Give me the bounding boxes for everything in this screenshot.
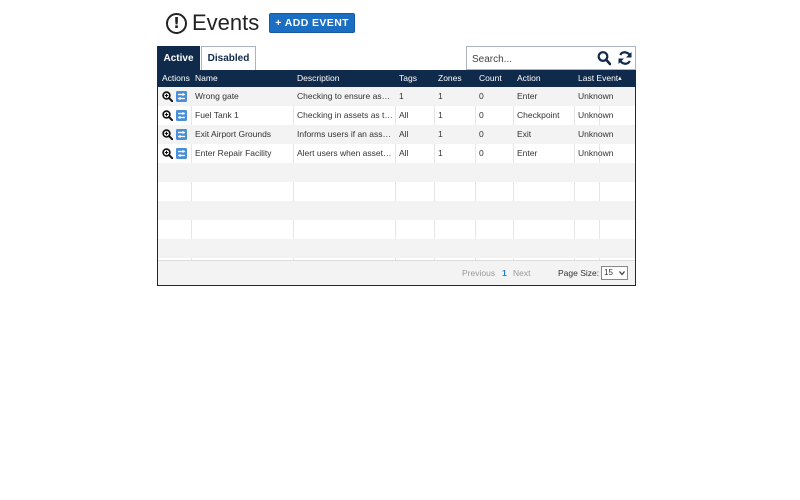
page-size-select[interactable]: 15	[601, 266, 628, 280]
refresh-icon[interactable]	[617, 50, 633, 66]
tab-active[interactable]: Active	[157, 46, 200, 70]
zoom-in-icon[interactable]	[162, 148, 173, 159]
search-input[interactable]	[470, 50, 592, 68]
table-header: Actions Name Description Tags Zones Coun…	[158, 70, 635, 87]
previous-page-button[interactable]: Previous	[462, 261, 495, 285]
alert-circle-icon: !	[166, 12, 187, 34]
add-event-button[interactable]: + ADD EVENT	[269, 13, 355, 33]
zoom-in-icon[interactable]	[162, 91, 173, 102]
table-row[interactable]: Wrong gateChecking to ensure assets are …	[158, 87, 635, 106]
table-footer: Previous 1 Next Page Size: 15	[158, 260, 635, 285]
column-header-last-event-label: Last Event	[578, 73, 619, 83]
page-header: ! Events + ADD EVENT	[166, 8, 355, 38]
column-header-last-event[interactable]: Last Event▴	[578, 70, 622, 87]
events-table: Actions Name Description Tags Zones Coun…	[157, 70, 636, 286]
column-header-actions: Actions	[162, 73, 190, 83]
empty-table-row	[158, 220, 635, 239]
page-size-label: Page Size:	[558, 268, 600, 278]
chevron-down-icon	[619, 271, 625, 276]
sort-ascending-icon: ▴	[618, 75, 622, 82]
edit-icon[interactable]	[176, 129, 187, 140]
search-icon[interactable]	[597, 50, 611, 66]
empty-table-row	[158, 239, 635, 258]
edit-icon[interactable]	[176, 91, 187, 102]
page-number-current[interactable]: 1	[502, 261, 507, 285]
column-header-count[interactable]: Count	[479, 70, 502, 87]
edit-icon[interactable]	[176, 110, 187, 121]
edit-icon[interactable]	[176, 148, 187, 159]
empty-table-row	[158, 163, 635, 182]
search-box	[466, 46, 636, 70]
table-row[interactable]: Fuel Tank 1Checking in assets as they ar…	[158, 106, 635, 125]
page-title: Events	[192, 10, 260, 35]
column-header-action[interactable]: Action	[517, 70, 541, 87]
column-header-tags[interactable]: Tags	[399, 70, 417, 87]
tab-disabled[interactable]: Disabled	[201, 46, 256, 70]
column-header-zones[interactable]: Zones	[438, 70, 462, 87]
zoom-in-icon[interactable]	[162, 129, 173, 140]
table-row[interactable]: Exit Airport Grounds Informs users if an …	[158, 125, 635, 144]
next-page-button[interactable]: Next	[513, 261, 530, 285]
table-row[interactable]: Enter Repair Facility Alert users when as…	[158, 144, 635, 163]
zoom-in-icon[interactable]	[162, 110, 173, 121]
empty-table-row	[158, 182, 635, 201]
column-header-name[interactable]: Name	[195, 70, 218, 87]
empty-table-row	[158, 201, 635, 220]
page-size-value: 15	[604, 268, 613, 277]
column-header-description[interactable]: Description	[297, 70, 340, 87]
